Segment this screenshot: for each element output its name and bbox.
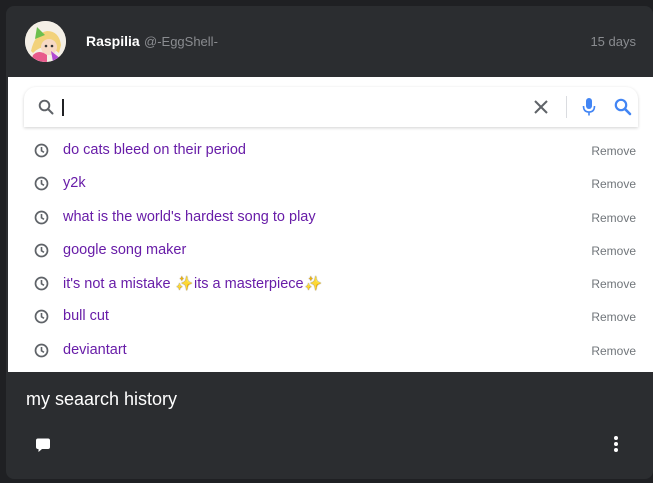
history-query[interactable]: it's not a mistake ✨its a masterpiece✨: [63, 275, 323, 292]
clock-icon: [34, 143, 49, 163]
more-vertical-icon[interactable]: [612, 435, 620, 458]
remove-button[interactable]: Remove: [591, 211, 636, 225]
history-query[interactable]: deviantart: [63, 342, 127, 358]
search-history-list: do cats bleed on their period Remove y2k…: [24, 134, 638, 367]
remove-button[interactable]: Remove: [591, 144, 636, 158]
remove-button[interactable]: Remove: [591, 344, 636, 358]
post-image: do cats bleed on their period Remove y2k…: [8, 77, 653, 372]
history-item[interactable]: y2k Remove: [24, 167, 638, 200]
post-header: Raspilia @-EggShell- 15 days: [6, 6, 653, 77]
post-caption: my seaarch history: [26, 389, 178, 409]
search-submit-icon[interactable]: [614, 98, 632, 121]
sparkle-icon: ✨: [175, 275, 193, 292]
sparkle-icon: ✨: [304, 275, 323, 292]
clock-icon: [34, 243, 49, 263]
history-query[interactable]: do cats bleed on their period: [63, 142, 246, 158]
divider: [566, 96, 567, 118]
remove-button[interactable]: Remove: [591, 177, 636, 191]
close-icon[interactable]: [533, 99, 549, 120]
remove-button[interactable]: Remove: [591, 244, 636, 258]
history-item[interactable]: deviantart Remove: [24, 334, 638, 367]
remove-button[interactable]: Remove: [591, 310, 636, 324]
clock-icon: [34, 309, 49, 329]
search-bar[interactable]: [24, 87, 638, 127]
history-item[interactable]: what is the world's hardest song to play…: [24, 201, 638, 234]
history-item[interactable]: google song maker Remove: [24, 234, 638, 267]
history-item[interactable]: do cats bleed on their period Remove: [24, 134, 638, 167]
history-query[interactable]: bull cut: [63, 308, 109, 324]
history-query[interactable]: what is the world's hardest song to play: [63, 209, 316, 225]
clock-icon: [34, 343, 49, 363]
search-icon: [38, 99, 54, 120]
query-text-part: its a masterpiece: [194, 276, 304, 293]
author-name[interactable]: Raspilia: [86, 33, 140, 49]
clock-icon: [34, 176, 49, 196]
remove-button[interactable]: Remove: [591, 277, 636, 291]
history-query[interactable]: y2k: [63, 175, 86, 191]
history-item[interactable]: it's not a mistake ✨its a masterpiece✨ R…: [24, 267, 638, 300]
microphone-icon[interactable]: [582, 97, 596, 122]
avatar[interactable]: [25, 21, 66, 62]
author-handle[interactable]: @-EggShell-: [144, 34, 218, 49]
clock-icon: [34, 210, 49, 230]
history-item[interactable]: bull cut Remove: [24, 300, 638, 333]
clock-icon: [34, 276, 49, 296]
post-card: Raspilia @-EggShell- 15 days do cats ble…: [6, 6, 653, 479]
query-text-part: it's not a mistake: [63, 276, 175, 293]
post-timestamp: 15 days: [590, 34, 636, 49]
history-query[interactable]: google song maker: [63, 242, 186, 258]
comment-icon[interactable]: [35, 437, 51, 458]
search-input[interactable]: [62, 99, 64, 116]
